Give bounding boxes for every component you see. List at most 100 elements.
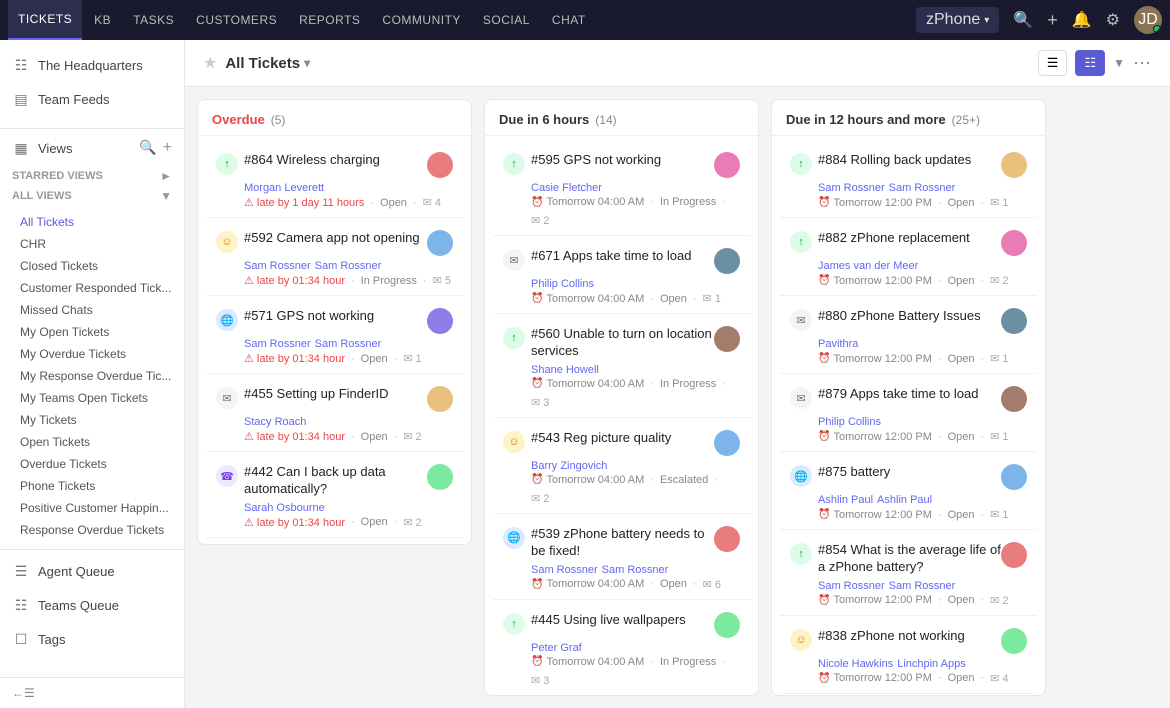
nav-tickets[interactable]: TICKETS	[8, 0, 82, 40]
view-link-myteamsopentickets[interactable]: My Teams Open Tickets	[0, 387, 184, 409]
ticket-card-884[interactable]: ↑ #884 Rolling back updates Sam Rossner …	[780, 142, 1037, 218]
view-link-myopentickets[interactable]: My Open Tickets	[0, 321, 184, 343]
view-link-phonetickets[interactable]: Phone Tickets	[0, 475, 184, 497]
agent-name[interactable]: Philip Collins	[531, 278, 594, 290]
settings-icon[interactable]: ⚙	[1106, 10, 1120, 30]
ticket-card-595[interactable]: ↑ #595 GPS not working Casie Fletcher ⏰T…	[493, 142, 750, 236]
sidebar-collapse[interactable]: ←☰	[0, 677, 184, 708]
ticket-type-icon: ☺	[503, 431, 525, 453]
agent-name[interactable]: Sam Rossner	[889, 580, 956, 592]
sidebar-item-headquarters[interactable]: ☷ The Headquarters	[0, 48, 184, 82]
search-views-icon[interactable]: 🔍	[139, 139, 156, 157]
ticket-avatar	[1001, 152, 1027, 178]
ticket-card-571[interactable]: 🌐 #571 GPS not working Sam Rossner Sam R…	[206, 298, 463, 374]
ticket-card-455[interactable]: ✉ #455 Setting up FinderID Stacy Roach ⚠…	[206, 376, 463, 452]
ticket-title: #442 Can I back up data automatically?	[244, 464, 427, 498]
more-options-button[interactable]: ⋯	[1133, 53, 1152, 74]
add-view-icon[interactable]: +	[163, 139, 172, 157]
view-link-opentickets[interactable]: Open Tickets	[0, 431, 184, 453]
nav-customers[interactable]: CUSTOMERS	[186, 0, 287, 40]
view-options-caret[interactable]: ▼	[1113, 56, 1125, 70]
meta-status: Open	[948, 509, 975, 521]
agent-name[interactable]: Shane Howell	[531, 364, 599, 376]
agent-name[interactable]: Sam Rossner	[818, 182, 885, 194]
agent-name[interactable]: Sam Rossner	[315, 338, 382, 350]
meta-time: ⏰Tomorrow 12:00 PM	[818, 594, 932, 606]
agent-name[interactable]: Ashlin Paul	[877, 494, 932, 506]
agent-name[interactable]: Linchpin Apps	[897, 658, 966, 670]
agent-name[interactable]: Peter Graf	[531, 642, 582, 654]
agent-name[interactable]: Stacy Roach	[244, 416, 306, 428]
ticket-card-592[interactable]: ☺ #592 Camera app not opening Sam Rossne…	[206, 220, 463, 296]
view-link-myoverduetickets[interactable]: My Overdue Tickets	[0, 343, 184, 365]
ticket-card-539[interactable]: 🌐 #539 zPhone battery needs to be fixed!…	[493, 516, 750, 600]
agent-name[interactable]: Sam Rossner	[818, 580, 885, 592]
ticket-card-875[interactable]: 🌐 #875 battery Ashlin Paul Ashlin Paul ⏰…	[780, 454, 1037, 530]
agent-name[interactable]: Sam Rossner	[602, 564, 669, 576]
starred-views-caret[interactable]: ►	[160, 169, 172, 183]
ticket-card-445[interactable]: ↑ #445 Using live wallpapers Peter Graf …	[493, 602, 750, 695]
agent-name[interactable]: Philip Collins	[818, 416, 881, 428]
agent-name[interactable]: Pavithra	[818, 338, 858, 350]
ticket-card-854[interactable]: ↑ #854 What is the average life of a zPh…	[780, 532, 1037, 616]
agent-name[interactable]: James van der Meer	[818, 260, 918, 272]
agent-name[interactable]: Ashlin Paul	[818, 494, 873, 506]
view-link-responseoverduetickets[interactable]: Response Overdue Tickets	[0, 519, 184, 541]
sidebar-item-tags[interactable]: ☐ Tags	[0, 622, 184, 656]
agent-name[interactable]: Nicole Hawkins	[818, 658, 893, 670]
ticket-card-880[interactable]: ✉ #880 zPhone Battery Issues Pavithra ⏰T…	[780, 298, 1037, 374]
favorite-star-icon[interactable]: ★	[203, 53, 217, 73]
ticket-card-543[interactable]: ☺ #543 Reg picture quality Barry Zingovi…	[493, 420, 750, 514]
nav-community[interactable]: COMMUNITY	[372, 0, 471, 40]
agent-name[interactable]: Sam Rossner	[889, 182, 956, 194]
notification-icon[interactable]: 🔔	[1072, 10, 1092, 30]
ticket-card-442[interactable]: ☎ #442 Can I back up data automatically?…	[206, 454, 463, 538]
sidebar-item-team-feeds[interactable]: ▤ Team Feeds	[0, 82, 184, 116]
agent-name[interactable]: Sam Rossner	[244, 338, 311, 350]
view-link-alltickets[interactable]: All Tickets	[0, 211, 184, 233]
agent-name[interactable]: Sam Rossner	[315, 260, 382, 272]
ticket-card-882[interactable]: ↑ #882 zPhone replacement James van der …	[780, 220, 1037, 296]
sidebar-item-agent-queue[interactable]: ☰ Agent Queue	[0, 554, 184, 588]
agent-name[interactable]: Sam Rossner	[244, 260, 311, 272]
ticket-type-icon: ✉	[503, 249, 525, 271]
kanban-view-button[interactable]: ☷	[1075, 50, 1105, 76]
search-icon[interactable]: 🔍	[1013, 10, 1033, 30]
view-link-overduetickets[interactable]: Overdue Tickets	[0, 453, 184, 475]
add-icon[interactable]: +	[1047, 10, 1058, 31]
view-link-missedchats[interactable]: Missed Chats	[0, 299, 184, 321]
view-link-mytickets[interactable]: My Tickets	[0, 409, 184, 431]
col-title-overdue: Overdue	[212, 112, 265, 127]
agent-name[interactable]: Casie Fletcher	[531, 182, 602, 194]
nav-tasks[interactable]: TASKS	[123, 0, 184, 40]
view-link-positivecustomerhappin...[interactable]: Positive Customer Happin...	[0, 497, 184, 519]
ticket-card-560[interactable]: ↑ #560 Unable to turn on location servic…	[493, 316, 750, 418]
view-link-chr[interactable]: CHR	[0, 233, 184, 255]
view-link-myresponseoverduetic...[interactable]: My Response Overdue Tic...	[0, 365, 184, 387]
view-link-closedtickets[interactable]: Closed Tickets	[0, 255, 184, 277]
ticket-avatar	[1001, 386, 1027, 412]
ticket-left: 🌐 #571 GPS not working	[216, 308, 427, 331]
agent-name[interactable]: Barry Zingovich	[531, 460, 607, 472]
nav-social[interactable]: SOCIAL	[473, 0, 540, 40]
ticket-left: ☺ #592 Camera app not opening	[216, 230, 427, 253]
col-header-due12: Due in 12 hours and more(25+)	[772, 100, 1045, 136]
agent-name[interactable]: Sam Rossner	[531, 564, 598, 576]
ticket-card-864[interactable]: ↑ #864 Wireless charging Morgan Leverett…	[206, 142, 463, 218]
sidebar-item-teams-queue[interactable]: ☷ Teams Queue	[0, 588, 184, 622]
list-view-button[interactable]: ☰	[1038, 50, 1068, 76]
agent-name[interactable]: Morgan Leverett	[244, 182, 324, 194]
nav-reports[interactable]: REPORTS	[289, 0, 370, 40]
view-link-customerrespondedtick...[interactable]: Customer Responded Tick...	[0, 277, 184, 299]
zphone-button[interactable]: zPhone ▾	[916, 7, 999, 33]
ticket-card-838[interactable]: ☺ #838 zPhone not working Nicole Hawkins…	[780, 618, 1037, 694]
ticket-title: #880 zPhone Battery Issues	[818, 308, 981, 325]
nav-chat[interactable]: CHAT	[542, 0, 596, 40]
nav-kb[interactable]: KB	[84, 0, 121, 40]
ticket-card-879[interactable]: ✉ #879 Apps take time to load Philip Col…	[780, 376, 1037, 452]
ticket-card-671[interactable]: ✉ #671 Apps take time to load Philip Col…	[493, 238, 750, 314]
view-title[interactable]: All Tickets ▾	[225, 55, 310, 72]
all-views-caret[interactable]: ▼	[160, 189, 172, 203]
agent-name[interactable]: Sarah Osbourne	[244, 502, 325, 514]
avatar[interactable]: JD	[1134, 6, 1162, 34]
